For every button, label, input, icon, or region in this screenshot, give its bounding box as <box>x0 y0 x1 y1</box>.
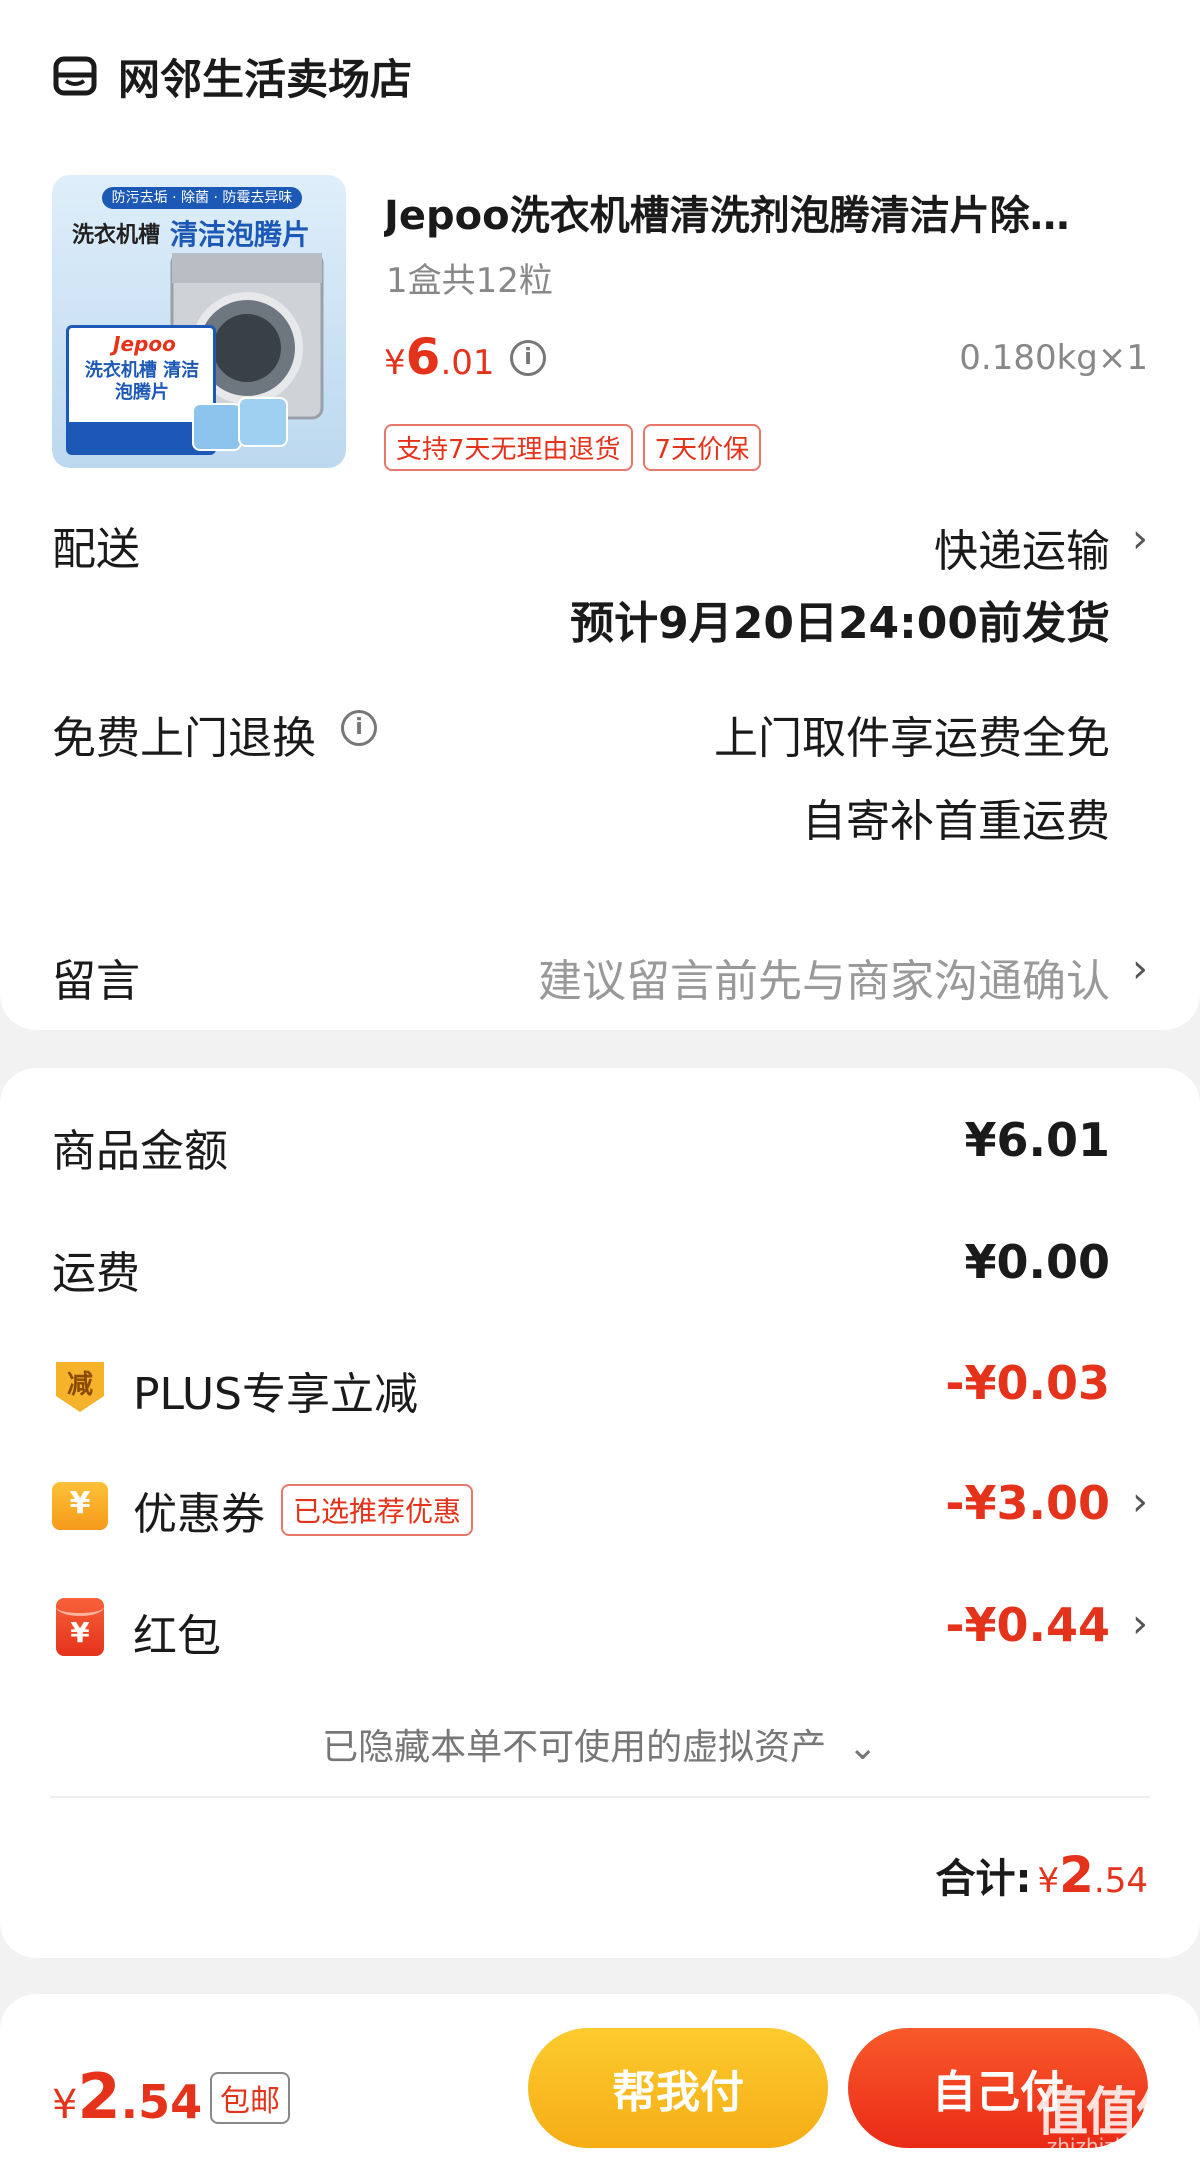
tablet-graphic <box>238 397 288 447</box>
coupon-icon-text: ¥ <box>69 1486 91 1521</box>
total-symbol: ¥ <box>1037 1861 1060 1901</box>
hidden-assets-text: 已隐藏本单不可使用的虚拟资产 <box>322 1727 827 1768</box>
price-dec: .01 <box>440 343 495 383</box>
price-info-icon[interactable]: i <box>510 340 546 376</box>
message-label: 留言 <box>52 956 140 1007</box>
chevron-right-icon[interactable]: › <box>1132 946 1148 992</box>
footer-price-symbol: ¥ <box>52 2082 78 2128</box>
delivery-label: 配送 <box>52 524 140 575</box>
store-header[interactable]: 网邻生活卖场店 <box>52 46 412 106</box>
total-label: 合计: <box>935 1856 1032 1902</box>
divider <box>50 1796 1150 1798</box>
red-packet-icon: ¥ <box>56 1598 104 1656</box>
delivery-eta: 预计9月20日24:00前发货 <box>570 598 1110 649</box>
help-pay-button[interactable]: 帮我付 <box>528 2028 828 2148</box>
box-brand: Jepoo <box>113 332 176 356</box>
chevron-right-icon[interactable]: › <box>1132 1601 1148 1647</box>
total-dec: .54 <box>1093 1861 1148 1901</box>
chevron-right-icon[interactable]: › <box>1132 1479 1148 1525</box>
store-name: 网邻生活卖场店 <box>118 54 413 104</box>
delivery-method[interactable]: 快递运输 <box>934 515 1110 579</box>
red-packet-value[interactable]: -¥0.44 <box>945 1598 1110 1652</box>
watermark-url: zhizhizhi.com <box>1046 2134 1182 2158</box>
coupon-label: 优惠券 <box>133 1489 265 1540</box>
tag-return-policy: 支持7天无理由退货 <box>384 424 633 471</box>
coupon-value[interactable]: -¥3.00 <box>945 1476 1110 1530</box>
shipping-label: 运费 <box>52 1248 140 1299</box>
price-summary-card: 商品金额 ¥6.01 运费 ¥0.00 减 PLUS专享立减 -¥0.03 ¥ … <box>0 1068 1200 1958</box>
message-input[interactable]: 建议留言前先与商家沟通确认 <box>538 945 1110 1009</box>
product-image[interactable]: 防污去垢 · 除菌 · 防霉去异味 洗衣机槽 清洁泡腾片 Jepoo 洗衣机槽 … <box>52 175 346 468</box>
price-symbol: ¥ <box>384 343 406 383</box>
red-packet-label: 红包 <box>133 1611 221 1662</box>
footer-price: ¥2.54 <box>52 2060 202 2133</box>
product-tags: 支持7天无理由退货 7天价保 <box>384 424 762 471</box>
chevron-right-icon[interactable]: › <box>1132 516 1148 562</box>
footer-price-int: 2 <box>77 2060 121 2133</box>
product-title[interactable]: Jepoo洗衣机槽清洗剂泡腾清洁片除… <box>384 183 1144 241</box>
plus-discount-value: -¥0.03 <box>945 1356 1110 1410</box>
image-title-right: 清洁泡腾片 <box>170 218 311 251</box>
plus-icon-text: 减 <box>66 1370 93 1400</box>
tablet-graphic <box>192 403 242 451</box>
weight-quantity: 0.180kg×1 <box>959 338 1148 378</box>
shipping-value: ¥0.00 <box>964 1235 1110 1289</box>
image-title-left: 洗衣机槽 <box>72 223 161 248</box>
coupon-icon: ¥ <box>52 1482 108 1530</box>
product-spec: 1盒共12粒 <box>386 261 553 301</box>
order-card: 网邻生活卖场店 防污去垢 · 除菌 · 防霉去异味 洗衣机槽 清洁泡腾片 Jep… <box>0 0 1200 1030</box>
free-shipping-badge: 包邮 <box>210 2072 290 2124</box>
return-info-icon[interactable]: i <box>341 710 377 746</box>
image-banner: 防污去垢 · 除菌 · 防霉去异味 <box>102 187 302 209</box>
footer-price-dec: .54 <box>120 2075 203 2129</box>
store-icon <box>52 53 98 99</box>
box-text: 洗衣机槽 清洁泡腾片 <box>84 360 200 403</box>
plus-discount-label: PLUS专享立减 <box>133 1369 418 1420</box>
free-return-line2: 自寄补首重运费 <box>802 796 1110 847</box>
free-return-label: 免费上门退换 <box>52 713 316 764</box>
product-price: ¥6.01 <box>384 328 495 386</box>
free-return-line1: 上门取件享运费全免 <box>714 713 1110 764</box>
goods-amount-value: ¥6.01 <box>964 1113 1110 1167</box>
coupon-tag: 已选推荐优惠 <box>281 1484 474 1536</box>
price-int: 6 <box>405 328 441 386</box>
checkout-bar: ¥2.54 包邮 帮我付 自己付 值值值 zhizhizhi.com <box>0 1994 1200 2167</box>
red-packet-icon-text: ¥ <box>70 1616 90 1649</box>
plus-discount-icon: 减 <box>52 1358 108 1414</box>
total-int: 2 <box>1059 1846 1094 1904</box>
goods-amount-label: 商品金额 <box>52 1126 228 1177</box>
hidden-assets-toggle[interactable]: 已隐藏本单不可使用的虚拟资产 ⌄ <box>0 1718 1200 1770</box>
order-total: 合计: ¥2.54 <box>935 1846 1148 1904</box>
tag-price-protection: 7天价保 <box>642 424 762 471</box>
chevron-down-icon: ⌄ <box>847 1727 878 1768</box>
